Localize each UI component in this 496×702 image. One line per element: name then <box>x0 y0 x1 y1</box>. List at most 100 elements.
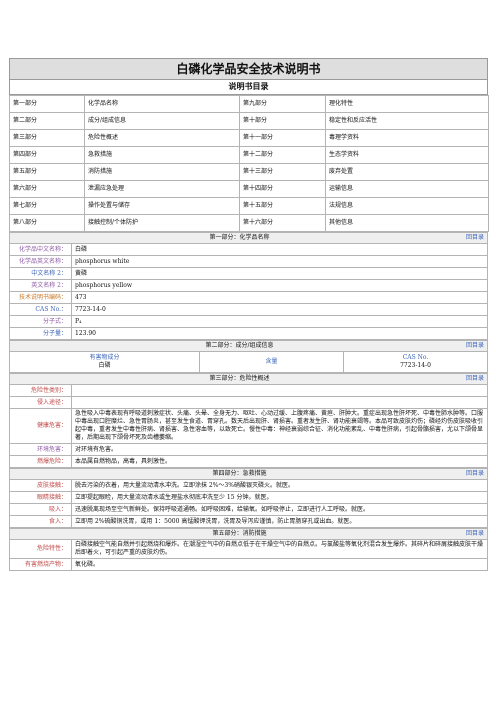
section-2: 第二部分：成分/组成信息 回目录 有害物成分 白磷 含量 CAS No. 7723-1… <box>9 340 488 373</box>
field-row: 燃爆危险： 本品属自燃物品，高毒，具刺激性。 <box>9 455 488 468</box>
field-row: 食入： 立即用 2%硫酸铜洗胃，或用 1：5000 高锰酸钾洗胃，洗胃及导泻应谨慎… <box>9 515 488 528</box>
field-label: 健康危害： <box>9 408 72 444</box>
toc-part-label: 第十六部分 <box>239 214 326 232</box>
field-label: 分子量： <box>9 327 72 340</box>
field-label: 化学品英文名称： <box>9 255 72 268</box>
field-row: 技术说明书编码： 473 <box>9 291 488 304</box>
back-to-toc-link[interactable]: 回目录 <box>466 470 484 478</box>
field-value: 本品属自燃物品，高毒，具刺激性。 <box>71 455 488 468</box>
toc-part-label: 第四部分 <box>9 146 85 164</box>
field-value: 氧化磷。 <box>71 558 488 571</box>
toc-section-link[interactable]: 化学品名称 <box>84 95 240 113</box>
field-row: 中文名称 2： 黄磷 <box>9 267 488 280</box>
field-row: CAS No.： 7723-14-0 <box>9 303 488 316</box>
field-value: 立即提起眼睑，用大量流动清水或生理盐水彻底冲洗至少 15 分钟。就医。 <box>71 491 488 504</box>
field-label: 危险特性： <box>9 539 72 559</box>
toc-section-link[interactable]: 其他信息 <box>325 214 489 232</box>
field-row: 吸入： 迅速脱离现场至空气新鲜处。保持呼吸道通畅。如呼吸困难，给输氧。如呼吸停止，… <box>9 503 488 516</box>
field-label: 燃爆危险： <box>9 455 72 468</box>
field-value: 立即用 2%硫酸铜洗胃，或用 1：5000 高锰酸钾洗胃，洗胃及导泻应谨慎，防止… <box>71 515 488 528</box>
toc-section-link[interactable]: 泄漏应急处理 <box>84 180 240 198</box>
section-5: 第五部分：消防措施 回目录 危险特性： 白磷接触空气能自燃并引起燃烧和爆炸。在潮湿空… <box>9 528 488 571</box>
field-value: 白磷接触空气能自燃并引起燃烧和爆炸。在潮湿空气中的自燃点低于在干燥空气中的自燃点… <box>71 539 488 559</box>
toc-section-link[interactable]: 成分/组成信息 <box>84 112 240 130</box>
content-header: 含量 <box>265 358 278 365</box>
toc-section-link[interactable]: 废弃处置 <box>325 163 489 181</box>
section-4-heading: 第四部分：急救措施 回目录 <box>9 468 488 480</box>
toc-part-label: 第十四部分 <box>239 180 326 198</box>
section-3-heading: 第三部分：危险性概述 回目录 <box>9 373 488 385</box>
field-label: 化学品中文名称： <box>9 243 72 256</box>
field-row: 分子量： 123.90 <box>9 327 488 340</box>
section-2-heading: 第二部分：成分/组成信息 回目录 <box>9 340 488 352</box>
toc-section-link[interactable]: 毒理学资料 <box>325 129 489 147</box>
section-1: 第一部分：化学品名称 回目录 化学品中文名称： 白磷 化学品英文名称： phosphor… <box>9 232 488 340</box>
toc-row: 第二部分 成分/组成信息 第十部分 稳定性和反应活性 <box>9 112 489 130</box>
field-row: 眼睛接触： 立即提起眼睑，用大量流动清水或生理盐水彻底冲洗至少 15 分钟。就医。 <box>9 491 488 504</box>
field-value: phosphorus white <box>71 255 488 268</box>
document-title: 白磷化学品安全技术说明书 <box>9 58 488 80</box>
toc-part-label: 第三部分 <box>9 129 85 147</box>
toc-section-link[interactable]: 危险性概述 <box>84 129 240 147</box>
field-value: P₄ <box>71 315 488 328</box>
field-value: 脱去污染的衣着，用大量流动清水冲洗。立即涂抹 2%～3%硝酸银灭磷火。就医。 <box>71 479 488 492</box>
toc-row: 第六部分 泄漏应急处理 第十四部分 运输信息 <box>9 180 489 198</box>
field-value: 7723-14-0 <box>71 303 488 316</box>
field-label: CAS No.： <box>9 303 72 316</box>
toc-part-label: 第一部分 <box>9 95 85 113</box>
section-5-heading: 第五部分：消防措施 回目录 <box>9 528 488 540</box>
field-row: 环境危害： 对环境有危害。 <box>9 443 488 456</box>
toc-section-link[interactable]: 稳定性和反应活性 <box>325 112 489 130</box>
content-cell: 含量 <box>199 351 344 373</box>
toc-part-label: 第九部分 <box>239 95 326 113</box>
back-to-toc-link[interactable]: 回目录 <box>466 530 484 538</box>
field-label: 危险性类别： <box>9 384 72 397</box>
toc-part-label: 第二部分 <box>9 112 85 130</box>
field-row: 分子式： P₄ <box>9 315 488 328</box>
field-label: 中文名称 2： <box>9 267 72 280</box>
toc-table: 第一部分 化学品名称 第九部分 理化特性 第二部分 成分/组成信息 第十部分 稳定性和反应活性… <box>9 95 489 232</box>
document-sheet: 白磷化学品安全技术说明书 说明书目录 第一部分 化学品名称 第九部分 理化特性 第二部分… <box>9 58 489 571</box>
back-to-toc-link[interactable]: 回目录 <box>466 375 484 383</box>
toc-title: 说明书目录 <box>9 80 488 95</box>
field-value: 对环境有危害。 <box>71 443 488 456</box>
field-label: 分子式： <box>9 315 72 328</box>
toc-row: 第五部分 消防措施 第十三部分 废弃处置 <box>9 163 489 181</box>
field-row: 危险特性： 白磷接触空气能自燃并引起燃烧和爆炸。在潮湿空气中的自燃点低于在干燥空气… <box>9 539 488 559</box>
field-row: 皮肤接触： 脱去污染的衣着，用大量流动清水冲洗。立即涂抹 2%～3%硝酸银灭磷火。… <box>9 479 488 492</box>
back-to-toc-link[interactable]: 回目录 <box>466 342 484 350</box>
back-to-toc-link[interactable]: 回目录 <box>466 234 484 242</box>
section-4: 第四部分：急救措施 回目录 皮肤接触： 脱去污染的衣着，用大量流动清水冲洗。立即涂抹… <box>9 468 488 528</box>
toc-row: 第七部分 操作处置与储存 第十五部分 法规信息 <box>9 197 489 215</box>
toc-section-link[interactable]: 法规信息 <box>325 197 489 215</box>
toc-part-label: 第十二部分 <box>239 146 326 164</box>
field-value: 473 <box>71 291 488 304</box>
toc-section-link[interactable]: 操作处置与储存 <box>84 197 240 215</box>
toc-section-link[interactable]: 运输信息 <box>325 180 489 198</box>
toc-row: 第一部分 化学品名称 第九部分 理化特性 <box>9 95 489 113</box>
field-label: 眼睛接触： <box>9 491 72 504</box>
field-row: 化学品中文名称： 白磷 <box>9 243 488 256</box>
field-label: 皮肤接触： <box>9 479 72 492</box>
toc-section-link[interactable]: 接触控制/个体防护 <box>84 214 240 232</box>
toc-section-link[interactable]: 消防措施 <box>84 163 240 181</box>
component-value: 白磷 <box>98 362 111 369</box>
field-label: 英文名称 2： <box>9 279 72 292</box>
field-label: 环境危害： <box>9 443 72 456</box>
toc-row: 第四部分 急救措施 第十二部分 生态学资料 <box>9 146 489 164</box>
field-value: 123.90 <box>71 327 488 340</box>
toc-part-label: 第五部分 <box>9 163 85 181</box>
field-row: 危险性类别： <box>9 384 488 397</box>
toc-section-link[interactable]: 急救措施 <box>84 146 240 164</box>
toc-section-link[interactable]: 理化特性 <box>325 95 489 113</box>
field-value: 黄磷 <box>71 267 488 280</box>
toc-part-label: 第十五部分 <box>239 197 326 215</box>
component-header: 有害物成分 <box>89 354 120 361</box>
component-cell: 有害物成分 白磷 <box>9 351 200 373</box>
field-value: 迅速脱离现场至空气新鲜处。保持呼吸道通畅。如呼吸困难，给输氧。如呼吸停止，立即进… <box>71 503 488 516</box>
toc-part-label: 第六部分 <box>9 180 85 198</box>
toc-part-label: 第八部分 <box>9 214 85 232</box>
toc-section-link[interactable]: 生态学资料 <box>325 146 489 164</box>
section-3: 第三部分：危险性概述 回目录 危险性类别： 侵入途径： 健康危害： 急性吸入中毒表现有呼… <box>9 373 488 468</box>
field-row: 有害燃烧产物： 氧化磷。 <box>9 558 488 571</box>
